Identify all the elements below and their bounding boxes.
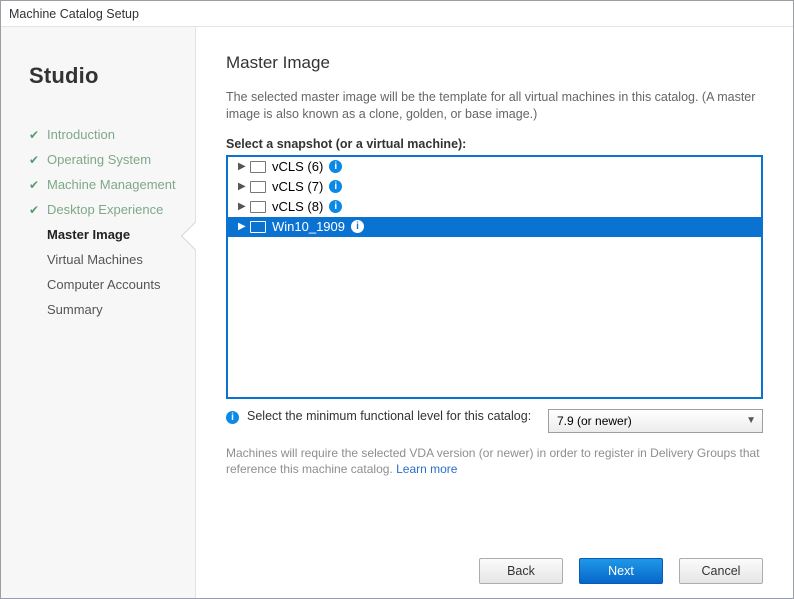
functional-level-row: i Select the minimum functional level fo…: [226, 409, 763, 433]
check-icon: ✔: [29, 128, 43, 142]
tree-node[interactable]: ▶ vCLS (8) i: [228, 197, 761, 217]
step-operating-system[interactable]: ✔ Operating System: [29, 152, 195, 167]
check-icon: ✔: [29, 153, 43, 167]
cancel-button[interactable]: Cancel: [679, 558, 763, 584]
button-bar: Back Next Cancel: [226, 544, 763, 584]
learn-more-link[interactable]: Learn more: [396, 462, 457, 476]
window-title: Machine Catalog Setup: [9, 7, 139, 21]
page-description: The selected master image will be the te…: [226, 89, 763, 123]
studio-brand: Studio: [29, 63, 195, 89]
step-label: Virtual Machines: [47, 252, 143, 267]
step-label: Operating System: [47, 152, 151, 167]
expand-icon[interactable]: ▶: [238, 201, 250, 212]
snapshot-label: Select a snapshot (or a virtual machine)…: [226, 137, 763, 151]
body: Studio ✔ Introduction ✔ Operating System…: [1, 27, 793, 598]
functional-level-label: Select the minimum functional level for …: [247, 409, 540, 423]
sidebar: Studio ✔ Introduction ✔ Operating System…: [1, 27, 195, 598]
info-icon[interactable]: i: [351, 220, 364, 233]
info-icon[interactable]: i: [329, 180, 342, 193]
vda-note: Machines will require the selected VDA v…: [226, 445, 763, 477]
step-virtual-machines[interactable]: Virtual Machines: [29, 252, 195, 267]
vm-icon: [250, 181, 266, 193]
wizard-window: Machine Catalog Setup Studio ✔ Introduct…: [0, 0, 794, 599]
step-introduction[interactable]: ✔ Introduction: [29, 127, 195, 142]
check-icon: ✔: [29, 178, 43, 192]
expand-icon[interactable]: ▶: [238, 161, 250, 172]
tree-node-selected[interactable]: ▶ Win10_1909 i: [228, 217, 761, 237]
info-icon: i: [226, 411, 239, 424]
vda-note-text: Machines will require the selected VDA v…: [226, 446, 760, 476]
vm-icon: [250, 161, 266, 173]
combo-value: 7.9 (or newer): [557, 414, 632, 428]
back-button[interactable]: Back: [479, 558, 563, 584]
step-label: Machine Management: [47, 177, 176, 192]
chevron-down-icon: ▼: [746, 415, 756, 426]
info-icon[interactable]: i: [329, 200, 342, 213]
step-label: Desktop Experience: [47, 202, 163, 217]
snapshot-tree[interactable]: ▶ vCLS (6) i ▶ vCLS (7) i ▶ vCLS (8) i: [226, 155, 763, 399]
step-desktop-experience[interactable]: ✔ Desktop Experience: [29, 202, 195, 217]
vm-icon: [250, 221, 266, 233]
step-summary[interactable]: Summary: [29, 302, 195, 317]
step-master-image[interactable]: Master Image: [29, 227, 195, 242]
check-icon: ✔: [29, 203, 43, 217]
expand-icon[interactable]: ▶: [238, 181, 250, 192]
page-heading: Master Image: [226, 53, 763, 73]
tree-node[interactable]: ▶ vCLS (7) i: [228, 177, 761, 197]
tree-node-label: Win10_1909: [272, 219, 345, 234]
tree-node-label: vCLS (8): [272, 199, 323, 214]
titlebar: Machine Catalog Setup: [1, 1, 793, 27]
expand-icon[interactable]: ▶: [238, 221, 250, 232]
main-panel: Master Image The selected master image w…: [195, 27, 793, 598]
step-label: Computer Accounts: [47, 277, 160, 292]
vm-icon: [250, 201, 266, 213]
step-computer-accounts[interactable]: Computer Accounts: [29, 277, 195, 292]
tree-node-label: vCLS (6): [272, 159, 323, 174]
tree-node-label: vCLS (7): [272, 179, 323, 194]
step-label: Introduction: [47, 127, 115, 142]
step-label: Master Image: [47, 227, 130, 242]
functional-level-combo[interactable]: 7.9 (or newer) ▼: [548, 409, 763, 433]
step-machine-management[interactable]: ✔ Machine Management: [29, 177, 195, 192]
next-button[interactable]: Next: [579, 558, 663, 584]
tree-node[interactable]: ▶ vCLS (6) i: [228, 157, 761, 177]
step-label: Summary: [47, 302, 103, 317]
info-icon[interactable]: i: [329, 160, 342, 173]
